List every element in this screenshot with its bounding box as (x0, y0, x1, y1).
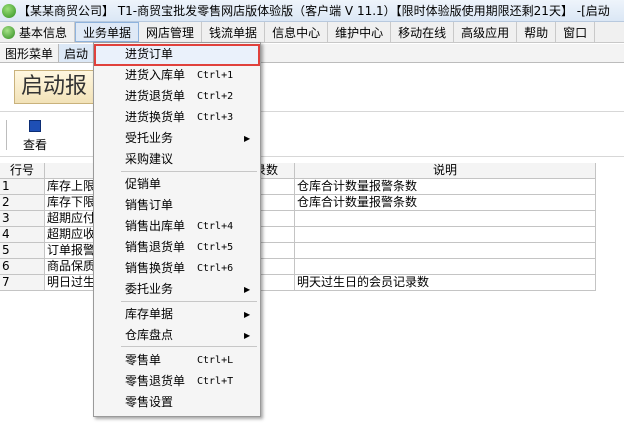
app-menu-icon (2, 25, 15, 39)
alert-description (295, 227, 596, 243)
menu-online-store[interactable]: 网店管理 (139, 22, 203, 42)
menu-item-label: 销售换货单 (125, 261, 186, 275)
header-description: 说明 (295, 163, 596, 179)
submenu-arrow-icon: ▶ (244, 310, 251, 319)
menu-item-11[interactable]: 销售换货单 Ctrl+6 (94, 258, 260, 279)
tab-graphic-menu[interactable]: 图形菜单 (0, 44, 60, 62)
menu-item-label: 进货退货单 (125, 89, 186, 103)
row-number: 5 (0, 243, 45, 259)
menu-item-8[interactable]: 销售订单 (94, 195, 260, 216)
window-title: 【某某商贸公司】 T1-商贸宝批发零售网店版体验版（客户端 V 11.1）【限时… (18, 4, 610, 18)
menu-help[interactable]: 帮助 (517, 22, 557, 42)
menu-basic-info[interactable]: 基本信息 (0, 22, 76, 42)
menu-item-label: 仓库盘点 (125, 328, 174, 342)
toolbar-separator (6, 120, 7, 150)
table-row[interactable]: 6 商品保质 (0, 259, 596, 275)
alert-description: 仓库合计数量报警条数 (295, 195, 596, 211)
row-number: 6 (0, 259, 45, 275)
submenu-arrow-icon: ▶ (244, 134, 251, 143)
tab-startup[interactable]: 启动 (59, 44, 95, 62)
menu-item-label: 进货换货单 (125, 110, 186, 124)
submenu-arrow-icon: ▶ (244, 331, 251, 340)
menu-separator (121, 301, 257, 302)
menu-advanced[interactable]: 高级应用 (454, 22, 518, 42)
menu-item-5[interactable]: 受托业务 ▶ (94, 128, 260, 149)
shortcut-label: Ctrl+5 (197, 242, 234, 253)
table-row[interactable]: 1 库存上限 仓库合计数量报警条数 (0, 179, 596, 195)
shortcut-label: Ctrl+3 (197, 112, 234, 123)
menu-item-label: 受托业务 (125, 131, 174, 145)
menu-item-label: 销售出库单 (125, 219, 186, 233)
menu-bar: 基本信息 业务单据 网店管理 钱流单据 信息中心 维护中心 移动在线 高级应用 … (0, 22, 624, 43)
menu-separator (121, 171, 257, 172)
menu-separator (121, 346, 257, 347)
menu-info-center[interactable]: 信息中心 (265, 22, 329, 42)
shortcut-label: Ctrl+4 (197, 221, 234, 232)
row-number: 4 (0, 227, 45, 243)
alert-description (295, 211, 596, 227)
table-row[interactable]: 5 订单报警 (0, 243, 596, 259)
menu-item-10[interactable]: 销售退货单 Ctrl+5 (94, 237, 260, 258)
row-number: 3 (0, 211, 45, 227)
menu-mobile-online[interactable]: 移动在线 (391, 22, 455, 42)
view-button[interactable]: 查看 (18, 118, 52, 154)
row-number: 7 (0, 275, 45, 291)
alert-description (295, 243, 596, 259)
menu-item-label: 采购建议 (125, 152, 174, 166)
menu-item-label: 库存单据 (125, 307, 174, 321)
menu-item-1[interactable]: 进货订单 (94, 44, 260, 66)
menu-item-3[interactable]: 进货退货单 Ctrl+2 (94, 86, 260, 107)
menu-item-14[interactable]: 仓库盘点 ▶ (94, 325, 260, 346)
header-row-no: 行号 (0, 163, 45, 179)
startup-report-banner: 启动报 (14, 70, 104, 104)
menu-item-15[interactable]: 零售单 Ctrl+L (94, 350, 260, 371)
view-icon (29, 120, 41, 132)
alert-description: 明天过生日的会员记录数 (295, 275, 596, 291)
menu-item-label: 委托业务 (125, 282, 174, 296)
menu-window[interactable]: 窗口 (556, 22, 596, 42)
menu-item-label: 零售单 (125, 353, 162, 367)
menu-item-13[interactable]: 库存单据 ▶ (94, 304, 260, 325)
menu-cash-documents[interactable]: 钱流单据 (202, 22, 266, 42)
menu-item-17[interactable]: 零售设置 (94, 392, 260, 413)
menu-item-label: 销售订单 (125, 198, 174, 212)
table-row[interactable]: 2 库存下限 仓库合计数量报警条数 (0, 195, 596, 211)
shortcut-label: Ctrl+6 (197, 263, 234, 274)
menu-item-label: 销售退货单 (125, 240, 186, 254)
table-row[interactable]: 7 明日过生 明天过生日的会员记录数 (0, 275, 596, 291)
shortcut-label: Ctrl+T (197, 376, 234, 387)
menu-item-label: 进货订单 (125, 47, 174, 61)
menu-item-label: 促销单 (125, 177, 162, 191)
menu-item-label: 进货入库单 (125, 68, 186, 82)
row-number: 1 (0, 179, 45, 195)
shortcut-label: Ctrl+L (197, 355, 234, 366)
shortcut-label: Ctrl+2 (197, 91, 234, 102)
menu-item-7[interactable]: 促销单 (94, 174, 260, 195)
table-row[interactable]: 3 超期应付 (0, 211, 596, 227)
app-logo-icon (2, 3, 16, 18)
submenu-arrow-icon: ▶ (244, 285, 251, 294)
view-button-label: 查看 (22, 138, 47, 152)
alert-description: 仓库合计数量报警条数 (295, 179, 596, 195)
table-row[interactable]: 4 超期应收 (0, 227, 596, 243)
menu-item-label: 零售设置 (125, 395, 174, 409)
menu-item-6[interactable]: 采购建议 (94, 149, 260, 170)
alert-description (295, 259, 596, 275)
menu-item-4[interactable]: 进货换货单 Ctrl+3 (94, 107, 260, 128)
shortcut-label: Ctrl+1 (197, 70, 234, 81)
row-number: 2 (0, 195, 45, 211)
business-documents-dropdown: 进货订单进货入库单 Ctrl+1 进货退货单 Ctrl+2 进货换货单 Ctrl+3 受托业… (93, 42, 261, 417)
menu-item-12[interactable]: 委托业务 ▶ (94, 279, 260, 300)
menu-item-2[interactable]: 进货入库单 Ctrl+1 (94, 65, 260, 86)
title-bar: 【某某商贸公司】 T1-商贸宝批发零售网店版体验版（客户端 V 11.1）【限时… (0, 0, 624, 22)
menu-item-label: 零售退货单 (125, 374, 186, 388)
menu-item-16[interactable]: 零售退货单 Ctrl+T (94, 371, 260, 392)
table-header: 行号 录数 说明 (0, 163, 596, 179)
menu-maintenance[interactable]: 维护中心 (328, 22, 392, 42)
menu-business-documents[interactable]: 业务单据 (75, 22, 140, 42)
menu-item-9[interactable]: 销售出库单 Ctrl+4 (94, 216, 260, 237)
